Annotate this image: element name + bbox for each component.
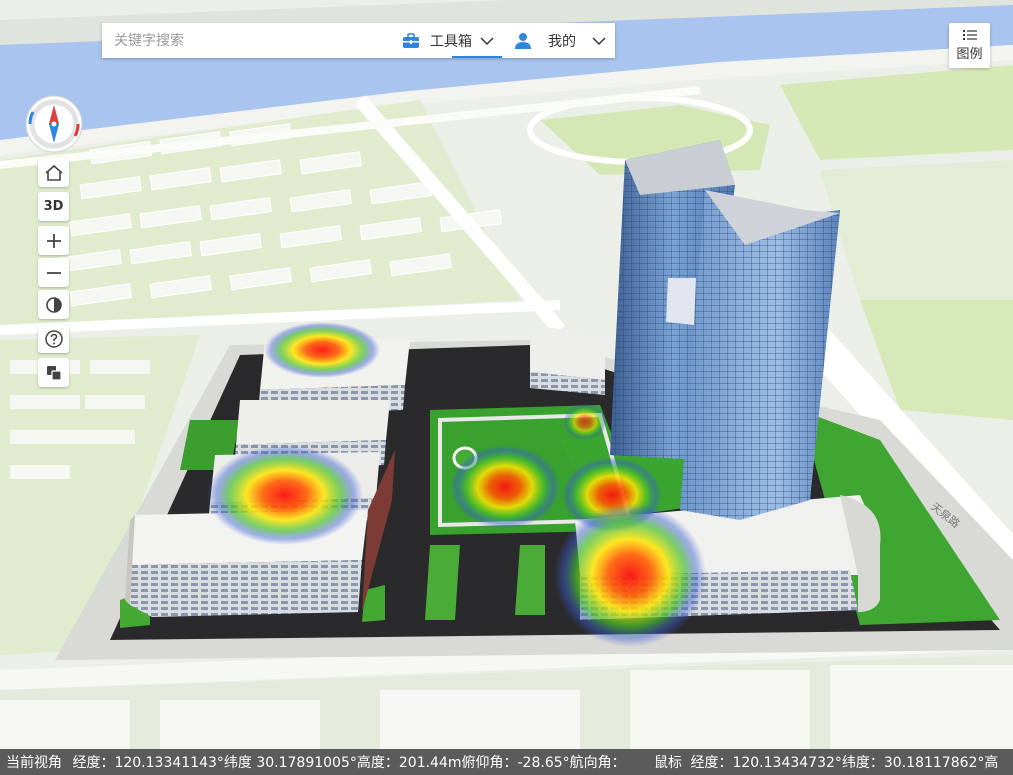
lon-label: 经度： [72,755,115,771]
height-label: 高度： [356,755,399,771]
legend-label: 图例 [956,47,983,62]
search-input[interactable] [102,24,404,57]
zoom-in-button[interactable] [38,226,69,255]
toolbox-icon [403,32,419,48]
list-icon [962,30,977,40]
legend-button[interactable]: 图例 [949,23,990,68]
home-icon [44,164,63,181]
contrast-button[interactable] [38,290,69,319]
layers-button[interactable] [38,358,69,387]
minus-icon [46,271,61,274]
mine-label: 我的 [548,33,576,50]
compass-icon [25,95,83,153]
mouse-height-label: 高 [984,755,999,771]
mouse-lon-value: 120.13434732° [732,755,842,771]
home-button[interactable] [38,158,69,187]
lat-value: 30.17891005° [256,755,357,771]
help-icon [44,329,63,348]
3d-toggle-button[interactable]: 3D [38,192,69,221]
map-viewport[interactable]: 天泉路 工具箱 我的 [0,0,1013,775]
camera-info: 当前视角 经度：120.13341143°纬度 30.17891005°高度：2… [6,752,626,772]
mouse-title: 鼠标 [654,755,682,771]
toolbox-button[interactable]: 工具箱 [400,23,504,58]
mouse-info: 鼠标 经度：120.13434732°纬度：30.18117862°高 [654,752,998,772]
plus-icon [46,233,61,248]
help-button[interactable] [38,324,69,353]
pitch-value: -28.65° [517,755,570,771]
user-icon [515,32,531,49]
mouse-lon-label: 经度： [690,755,733,771]
toolbox-label: 工具箱 [430,33,472,50]
zoom-out-button[interactable] [38,258,69,287]
lon-value: 120.13341143° [114,755,224,771]
layers-icon [46,365,62,381]
compass[interactable] [25,95,83,153]
lat-label: 纬度 [223,755,252,771]
height-value: 201.44m [398,755,462,771]
mouse-lat-value: 30.18117862° [883,755,985,771]
mouse-lat-label: 纬度： [841,755,884,771]
status-bar: 当前视角 经度：120.13341143°纬度 30.17891005°高度：2… [0,749,1013,775]
3d-label: 3D [43,199,64,214]
pitch-label: 俯仰角： [461,755,518,771]
active-underline [452,56,502,58]
heading-label: 航向角： [569,755,626,771]
mine-button[interactable]: 我的 [514,23,612,58]
chevron-down-icon [480,36,494,46]
view-title: 当前视角 [6,755,62,771]
chevron-down-icon [592,36,606,46]
contrast-icon [45,296,62,313]
map-scene[interactable]: 天泉路 [0,0,1013,750]
search-bar: 工具箱 我的 [102,23,615,58]
